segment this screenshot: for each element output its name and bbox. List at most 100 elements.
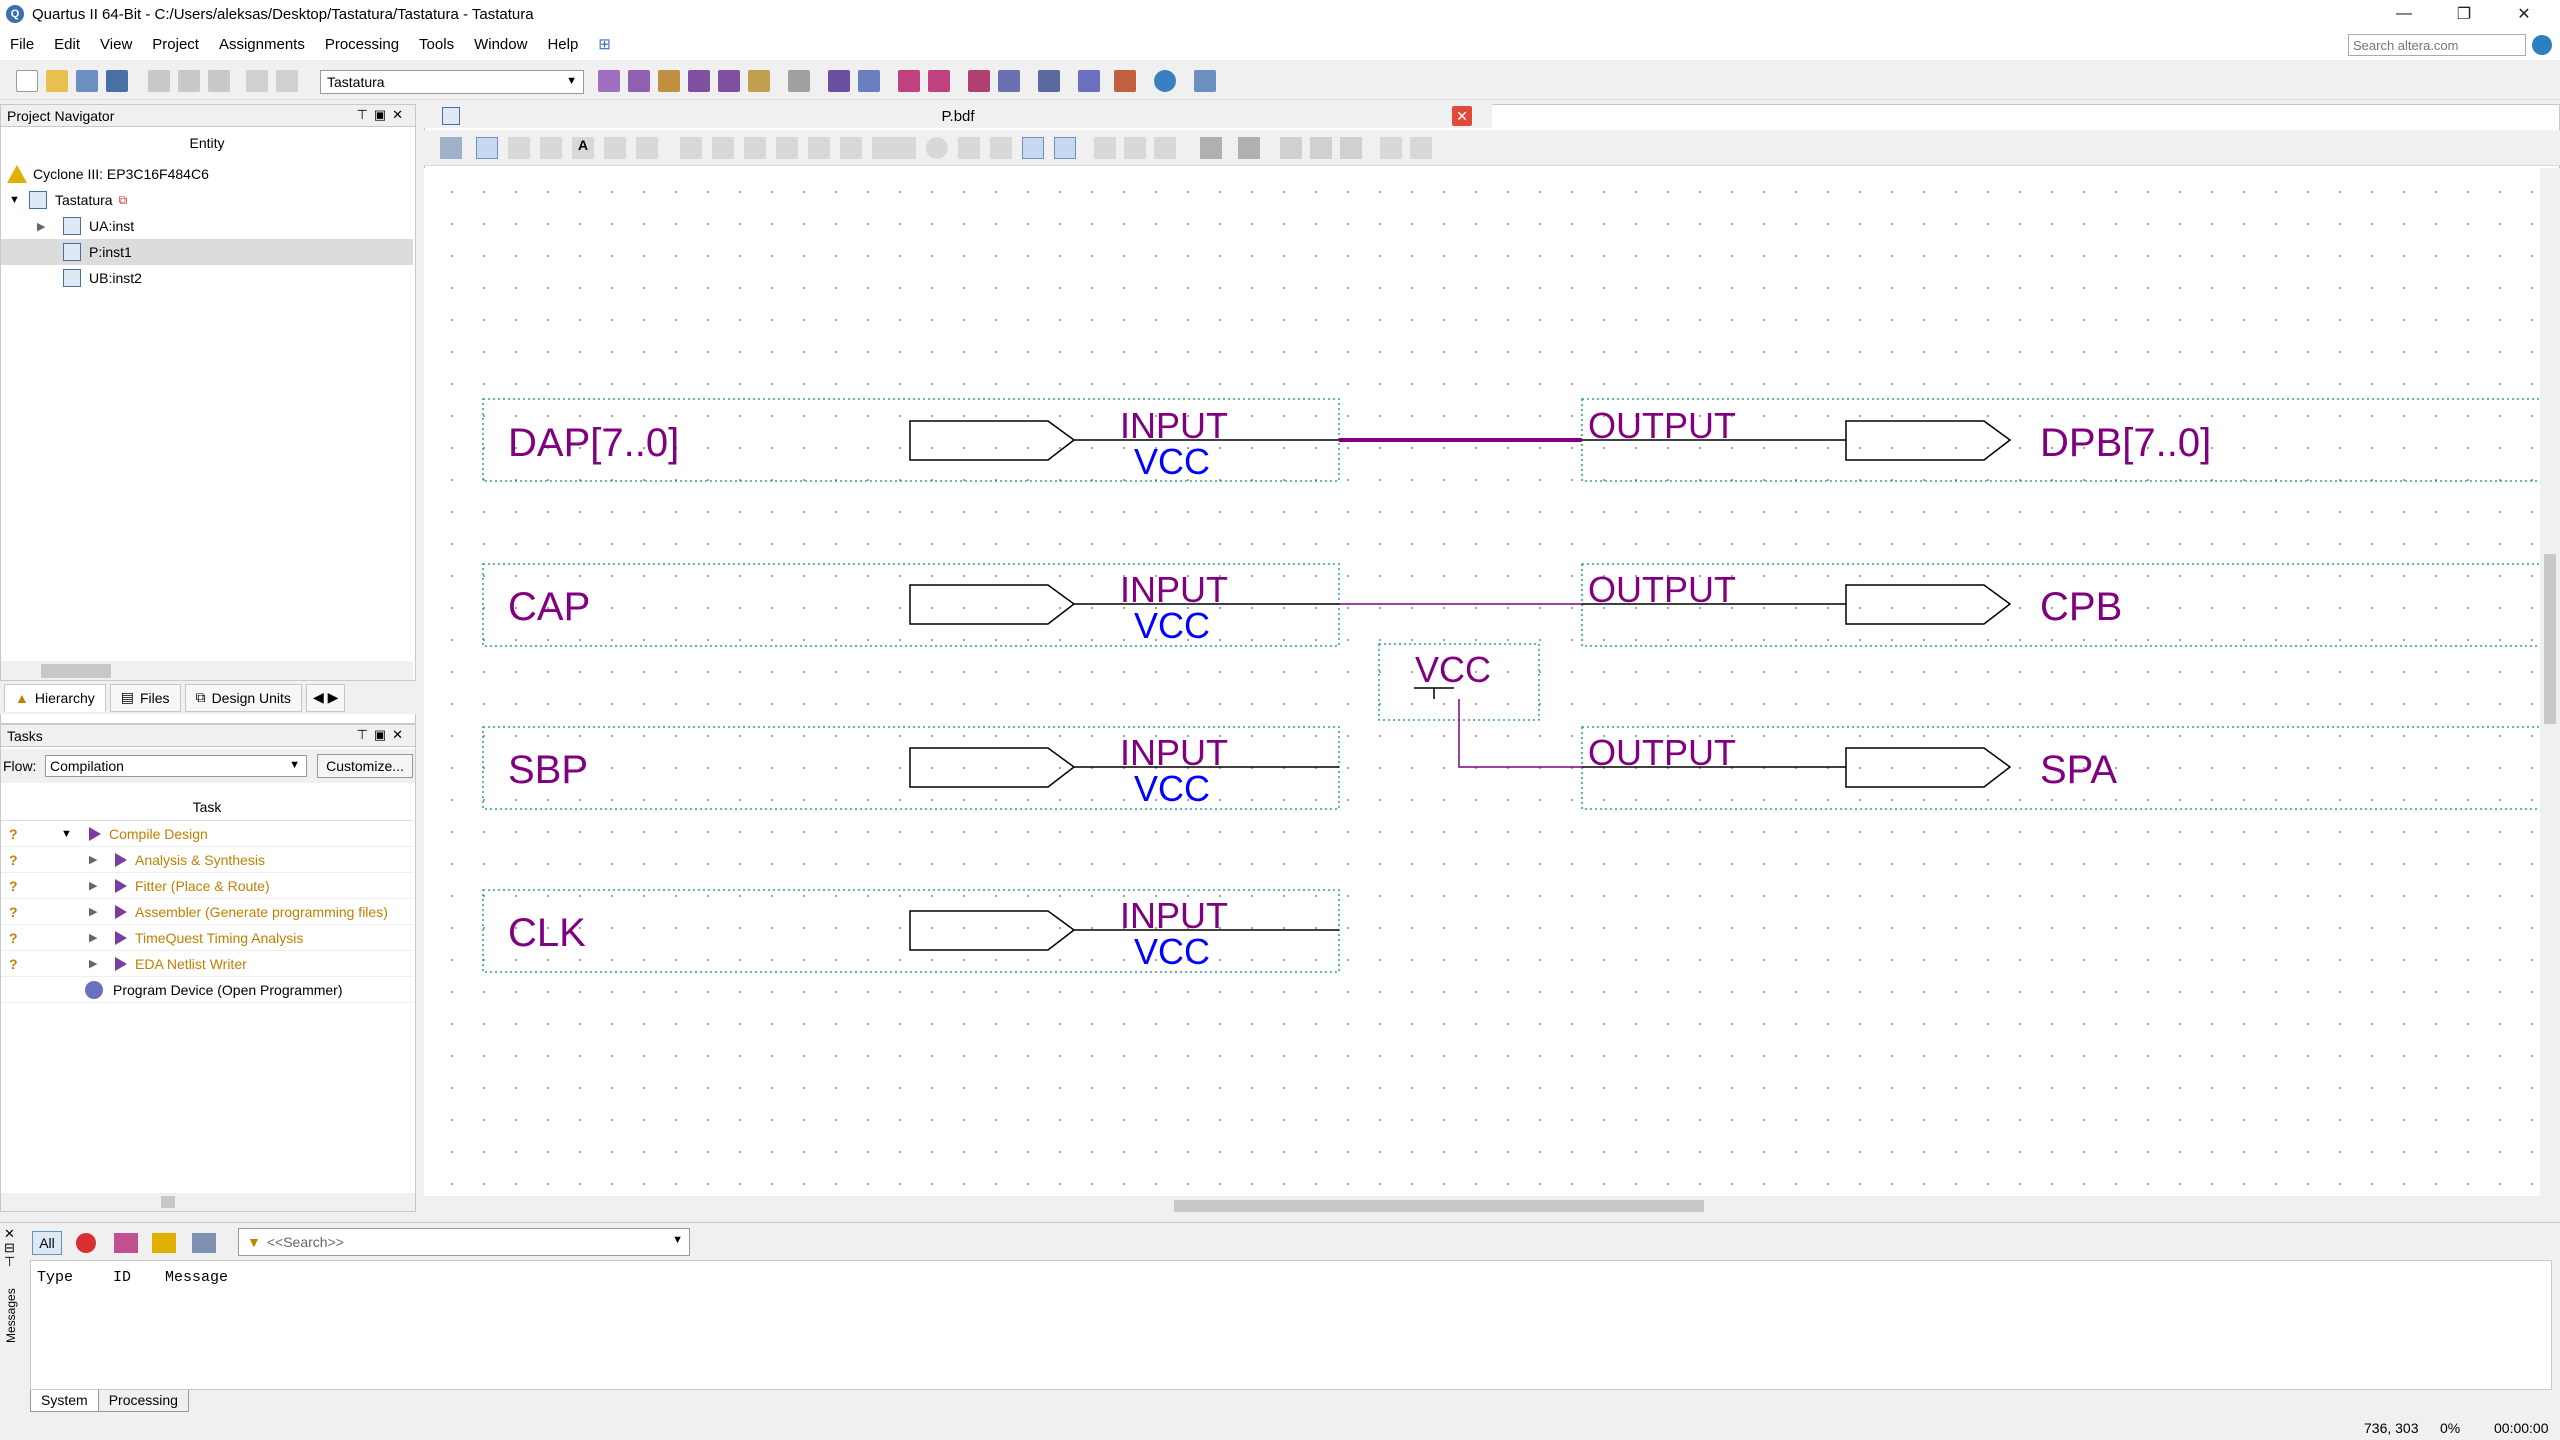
timequest-icon[interactable]	[928, 70, 950, 92]
chevron-right-icon[interactable]: ▶	[89, 957, 97, 970]
tree-root[interactable]: ▼ Tastatura ⧉	[1, 187, 413, 213]
menu-project[interactable]: Project	[142, 36, 209, 53]
suppress-filter-icon[interactable]	[192, 1233, 216, 1253]
tab-scroll-right[interactable]: ◀ ▶	[305, 683, 346, 712]
fitter-icon[interactable]	[748, 70, 770, 92]
partial-line-selection-icon[interactable]	[1022, 137, 1044, 159]
horizontal-scrollbar[interactable]	[424, 1196, 2560, 1216]
scrollbar-thumb[interactable]	[2544, 554, 2556, 724]
rectangle-tool-icon[interactable]	[894, 137, 916, 159]
chevron-down-icon[interactable]: ▼	[61, 828, 72, 840]
horizontal-scrollbar[interactable]	[1, 1193, 415, 1211]
task-row[interactable]: Program Device (Open Programmer)	[1, 977, 413, 1003]
maximize-button[interactable]: ❐	[2436, 0, 2492, 28]
save-icon[interactable]	[1200, 137, 1222, 159]
project-select[interactable]: Tastatura ▼	[320, 70, 584, 94]
orthogonal-node-icon[interactable]	[712, 137, 734, 159]
start-compilation-icon[interactable]	[828, 70, 850, 92]
diagonal-node-icon[interactable]	[808, 137, 830, 159]
play-icon[interactable]	[89, 826, 101, 841]
hand-tool-icon[interactable]	[540, 137, 562, 159]
output-pin-shape[interactable]	[1845, 584, 2012, 625]
tree-item[interactable]: P:inst1	[1, 239, 413, 265]
chip-planner-icon[interactable]	[598, 70, 620, 92]
chevron-right-icon[interactable]: ▶	[37, 220, 63, 233]
menu-help[interactable]: Help	[537, 36, 588, 53]
play-icon[interactable]	[115, 956, 127, 971]
cut-icon[interactable]	[148, 70, 170, 92]
play-icon[interactable]	[115, 930, 127, 945]
schematic-canvas[interactable]: DAP[7..0] CAP SBP CLK DPB[7..0] CPB SPA …	[424, 168, 2540, 1196]
task-row[interactable]: ? ▶ TimeQuest Timing Analysis	[1, 925, 413, 951]
tab-hierarchy[interactable]: ▲ Hierarchy	[4, 683, 106, 712]
symbol-tool-icon[interactable]	[604, 137, 626, 159]
search-altera-input[interactable]	[2348, 34, 2526, 56]
rtl-viewer-icon[interactable]	[968, 70, 990, 92]
pin-name-sbp[interactable]: SBP	[508, 748, 588, 792]
play-icon[interactable]	[115, 904, 127, 919]
warning-filter-icon[interactable]	[152, 1233, 176, 1253]
copy-icon[interactable]	[178, 70, 200, 92]
oval-tool-icon[interactable]	[926, 137, 948, 159]
close-window-button[interactable]: ✕	[2496, 0, 2552, 28]
power-icon[interactable]	[1038, 70, 1060, 92]
minimize-button[interactable]: —	[2376, 0, 2432, 28]
pin-name-dpb[interactable]: DPB[7..0]	[2040, 421, 2211, 465]
play-icon[interactable]	[115, 852, 127, 867]
close-document-button[interactable]: ✕	[1452, 106, 1472, 126]
netlist-icon[interactable]	[998, 70, 1020, 92]
panel-controls[interactable]: ⊤▣✕	[357, 107, 410, 123]
rubberbanding-icon[interactable]	[1054, 137, 1076, 159]
zoom-tool-icon[interactable]	[508, 137, 530, 159]
globe-icon[interactable]	[2532, 35, 2552, 55]
pin-name-clk[interactable]: CLK	[508, 911, 586, 955]
chevron-right-icon[interactable]: ▶	[89, 879, 97, 892]
chevron-down-icon[interactable]: ▼	[9, 194, 29, 206]
save-all-icon[interactable]	[106, 70, 128, 92]
menu-processing[interactable]: Processing	[315, 36, 409, 53]
cut-icon[interactable]	[1280, 137, 1302, 159]
chevron-right-icon[interactable]: ▶	[89, 931, 97, 944]
menu-window[interactable]: Window	[464, 36, 537, 53]
stop-icon[interactable]	[788, 70, 810, 92]
pin-name-dap[interactable]: DAP[7..0]	[508, 421, 679, 465]
input-pin-shape[interactable]	[909, 420, 1076, 461]
text-tool-icon[interactable]: A	[572, 137, 594, 159]
message-list[interactable]: Type ID Message	[30, 1260, 2552, 1390]
redo-icon[interactable]	[276, 70, 298, 92]
input-pin-shape[interactable]	[909, 910, 1076, 951]
analysis-synthesis-icon[interactable]	[858, 70, 880, 92]
device-row[interactable]: Cyclone III: EP3C16F484C6	[1, 161, 413, 187]
task-row[interactable]: ? ▼ Compile Design	[1, 821, 413, 847]
block-tool-icon[interactable]	[680, 137, 702, 159]
print-icon[interactable]	[1238, 137, 1260, 159]
timing-icon[interactable]	[898, 70, 920, 92]
flow-select[interactable]: Compilation ▼	[45, 755, 307, 777]
selection-tool-icon[interactable]	[476, 137, 498, 159]
document-tab-label[interactable]: P.bdf	[424, 108, 1492, 125]
paste-icon[interactable]	[1340, 137, 1362, 159]
pin-tool-icon[interactable]	[636, 137, 658, 159]
diagonal-bus-icon[interactable]	[840, 137, 862, 159]
redo-icon[interactable]	[1410, 137, 1432, 159]
scrollbar-thumb[interactable]	[161, 1196, 175, 1208]
flip-vertical-icon[interactable]	[1124, 137, 1146, 159]
tree-item[interactable]: ▶ UA:inst	[1, 213, 413, 239]
assignment-editor-icon[interactable]	[628, 70, 650, 92]
critical-warning-filter-icon[interactable]	[114, 1233, 138, 1253]
chevron-right-icon[interactable]: ▶	[89, 853, 97, 866]
programmer-icon[interactable]	[85, 980, 103, 999]
menu-assignments[interactable]: Assignments	[209, 36, 315, 53]
line-tool-icon[interactable]	[958, 137, 980, 159]
help-search-icon[interactable]: ⊞	[588, 35, 621, 53]
wire-vcc-spa[interactable]	[1458, 699, 1582, 768]
pin-planner-icon[interactable]	[658, 70, 680, 92]
detach-window-icon[interactable]	[440, 137, 462, 159]
whats-this-icon[interactable]	[1194, 70, 1216, 92]
vertical-scrollbar[interactable]	[2540, 168, 2560, 1196]
help-icon[interactable]	[1154, 70, 1176, 92]
menu-tools[interactable]: Tools	[409, 36, 464, 53]
rotate-icon[interactable]	[1154, 137, 1176, 159]
tab-design-units[interactable]: ⧉ Design Units	[184, 683, 302, 712]
orthogonal-bus-icon[interactable]	[744, 137, 766, 159]
